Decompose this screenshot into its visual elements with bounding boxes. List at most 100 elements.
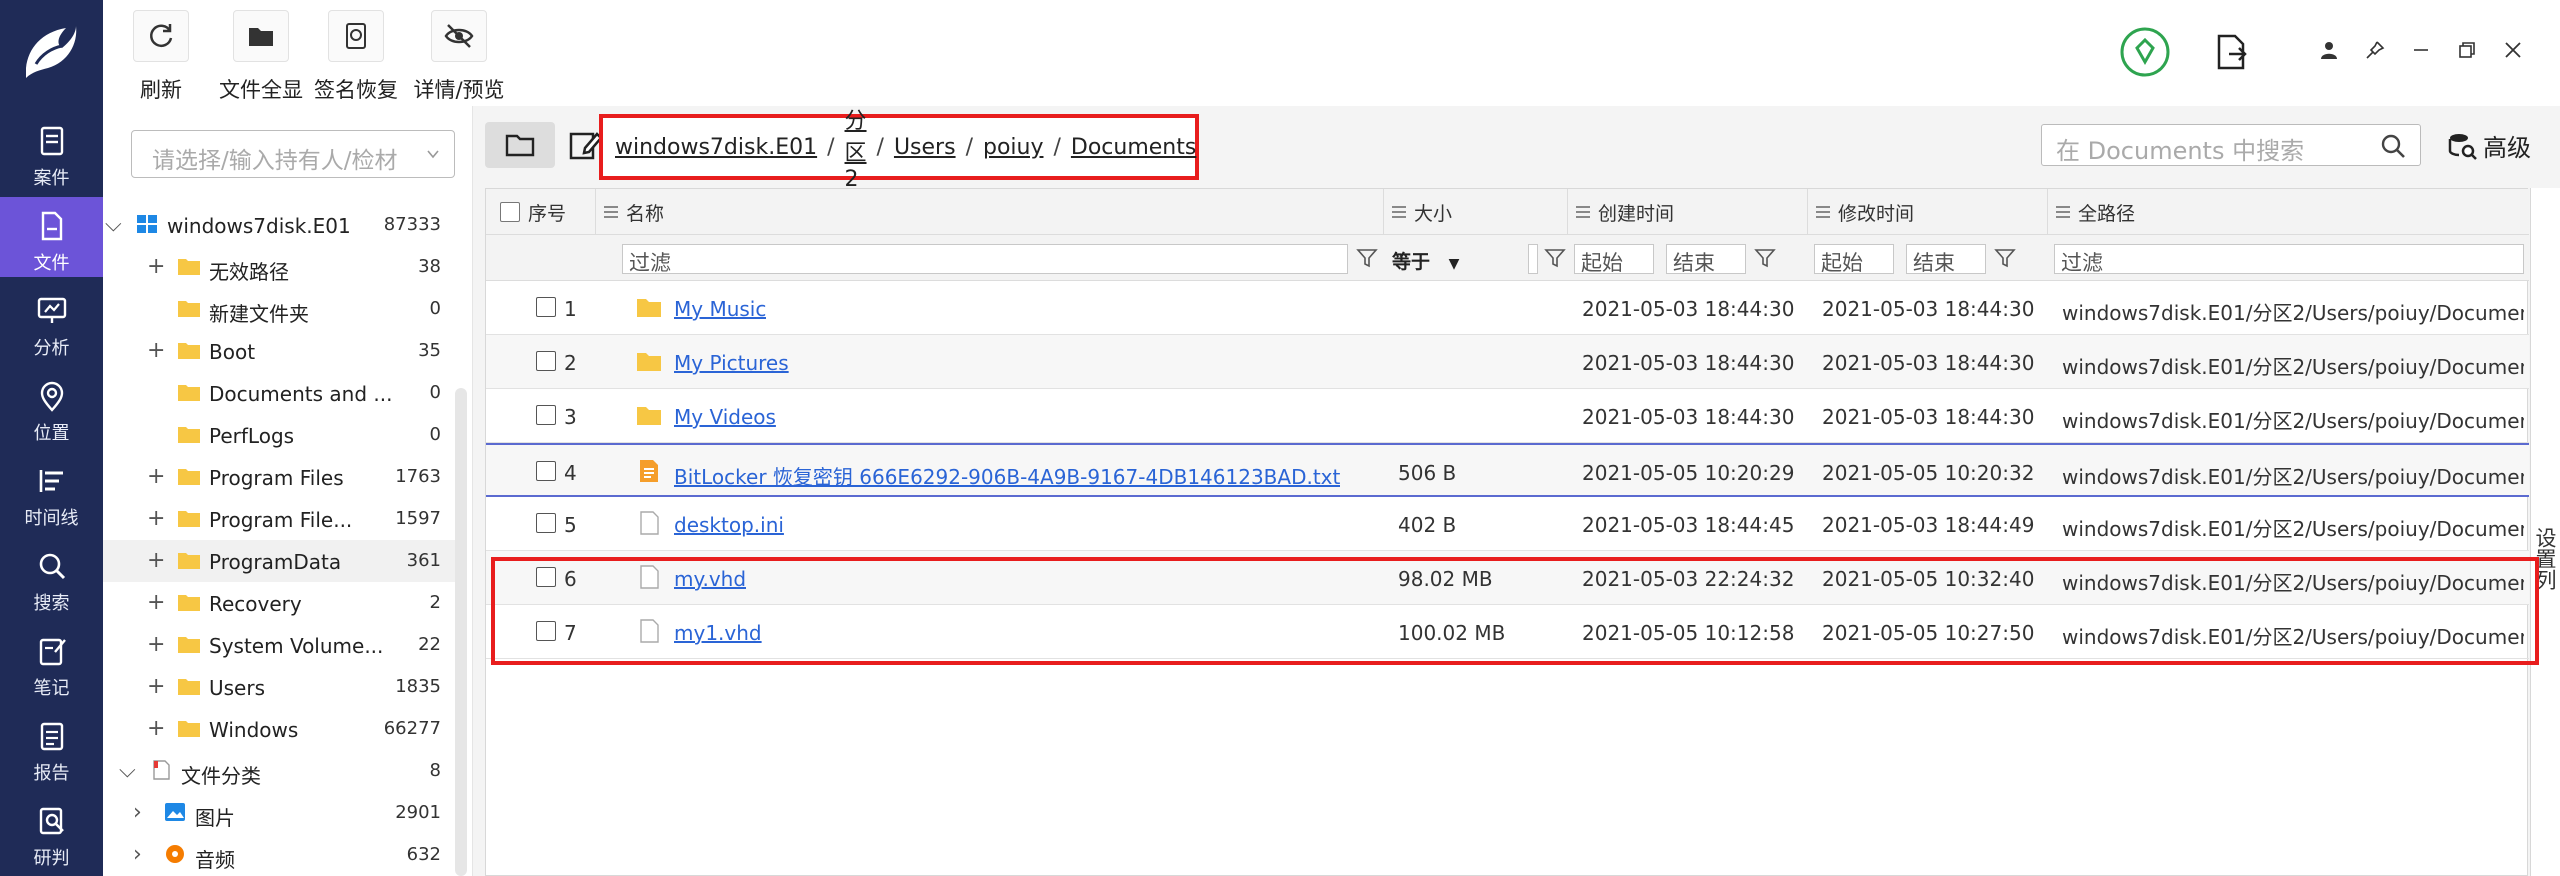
export-icon[interactable] <box>2211 32 2251 72</box>
header-size[interactable]: 大小 <box>1384 189 1568 235</box>
tree-item[interactable]: › 图片 2901 <box>103 792 455 834</box>
table-row[interactable]: 4 BitLocker 恢复密钥 666E6292-906B-4A9B-9167-… <box>486 443 2529 497</box>
row-modified: 2021-05-05 10:20:32 <box>1822 461 2035 485</box>
tree-item[interactable]: 新建文件夹 0 <box>103 288 455 330</box>
folder-icon <box>637 299 661 317</box>
nav-item-case[interactable]: 案件 <box>0 112 103 192</box>
row-created: 2021-05-03 18:44:45 <box>1582 513 1795 537</box>
size-operator-select[interactable]: 等于 ▼ <box>1392 247 1459 274</box>
shield-status-icon[interactable] <box>2119 26 2171 78</box>
minimize-icon[interactable] <box>2401 30 2441 70</box>
tree-item[interactable]: PerfLogs 0 <box>103 414 455 456</box>
header-name[interactable]: 名称 <box>596 189 1384 235</box>
header-fullpath[interactable]: 全路径 <box>2048 189 2529 235</box>
tree-expander-icon[interactable]: + <box>147 254 165 279</box>
filter-icon[interactable] <box>1994 247 2016 269</box>
tree-expander-icon[interactable]: ⌵ <box>105 212 123 237</box>
table-row[interactable]: 2 My Pictures 2021-05-03 18:44:30 2021-05-0… <box>486 335 2529 389</box>
table-row[interactable]: 1 My Music 2021-05-03 18:44:30 2021-05-03 1… <box>486 281 2529 335</box>
refresh-button[interactable]: 刷新 <box>125 10 197 104</box>
table-row[interactable]: 3 My Videos 2021-05-03 18:44:30 2021-05-03 … <box>486 389 2529 443</box>
tree-item[interactable]: › 音频 632 <box>103 834 455 876</box>
row-checkbox[interactable] <box>536 297 556 317</box>
show-all-files-button[interactable]: 文件全显 <box>211 10 311 104</box>
row-checkbox[interactable] <box>536 351 556 371</box>
tree-expander-icon[interactable]: + <box>147 590 165 615</box>
row-name-link[interactable]: BitLocker 恢复密钥 666E6292-906B-4A9B-9167-4… <box>674 461 1340 490</box>
nav-item-location[interactable]: 位置 <box>0 367 103 447</box>
tree-item-count: 1597 <box>395 508 441 529</box>
size-value-input[interactable] <box>1528 244 1538 274</box>
pin-icon[interactable] <box>2355 30 2395 70</box>
edit-path-icon[interactable] <box>567 128 603 164</box>
row-name-link[interactable]: My Pictures <box>674 351 789 375</box>
created-end-input[interactable]: 结束 <box>1666 244 1746 275</box>
tree-expander-icon[interactable]: + <box>147 632 165 657</box>
tree-expander-icon[interactable]: + <box>147 548 165 573</box>
search-input[interactable]: 在 Documents 中搜索 <box>2041 124 2421 166</box>
name-filter-input[interactable]: 过滤 <box>622 244 1348 275</box>
filter-icon[interactable] <box>1754 247 1776 269</box>
tree-item[interactable]: Documents and ... 0 <box>103 372 455 414</box>
row-checkbox[interactable] <box>536 461 556 481</box>
tree-expander-icon[interactable]: + <box>147 674 165 699</box>
table-row[interactable]: 5 desktop.ini 402 B 2021-05-03 18:44:45 2021… <box>486 497 2529 551</box>
nav-item-search[interactable]: 搜索 <box>0 537 103 617</box>
tree-item[interactable]: + ProgramData 361 <box>103 540 455 582</box>
tree-expander-icon[interactable]: ⌵ <box>119 758 137 783</box>
row-checkbox[interactable] <box>536 513 556 533</box>
nav-item-judge[interactable]: 研判 <box>0 792 103 872</box>
column-settings-tab[interactable]: 设置列 <box>2530 188 2560 876</box>
close-icon[interactable] <box>2493 30 2533 70</box>
advanced-search-button[interactable]: 高级 <box>2447 128 2531 163</box>
nav-item-timeline[interactable]: 时间线 <box>0 452 103 532</box>
tree-item[interactable]: ⌵ 文件分类 8 <box>103 750 455 792</box>
nav-item-file[interactable]: 文件 <box>0 197 103 277</box>
modified-start-input[interactable]: 起始 <box>1814 244 1894 275</box>
row-name-link[interactable]: My Videos <box>674 405 776 429</box>
tree-item[interactable]: + Boot 35 <box>103 330 455 372</box>
detail-preview-button[interactable]: 详情/预览 <box>403 10 515 104</box>
tree-item[interactable]: + Program Files 1763 <box>103 456 455 498</box>
nav-item-report[interactable]: 报告 <box>0 707 103 787</box>
row-name-link[interactable]: My Music <box>674 297 766 321</box>
modified-end-input[interactable]: 结束 <box>1906 244 1986 275</box>
tree-item[interactable]: + Windows 66277 <box>103 708 455 750</box>
row-name-link[interactable]: desktop.ini <box>674 513 784 537</box>
tree-item[interactable]: + Program File... 1597 <box>103 498 455 540</box>
tree-item[interactable]: + Recovery 2 <box>103 582 455 624</box>
row-fullpath: windows7disk.E01/分区2/Users/poiuy/Documen… <box>2062 355 2524 379</box>
tree-expander-icon[interactable]: › <box>133 800 151 825</box>
tree-expander-icon[interactable]: + <box>147 506 165 531</box>
created-start-input[interactable]: 起始 <box>1574 244 1654 275</box>
tree-item[interactable]: ⌵ windows7disk.E01 87333 <box>103 204 455 246</box>
nav-item-note[interactable]: 笔记 <box>0 622 103 702</box>
tree-expander-icon[interactable]: › <box>133 842 151 867</box>
tree-item[interactable]: + Users 1835 <box>103 666 455 708</box>
select-all-checkbox[interactable] <box>500 202 520 222</box>
header-modified[interactable]: 修改时间 <box>1808 189 2048 235</box>
tree-expander-icon[interactable]: + <box>147 716 165 741</box>
signature-recover-button[interactable]: 签名恢复 <box>309 10 403 104</box>
tree-item[interactable]: + System Volume... 22 <box>103 624 455 666</box>
breadcrumb-item[interactable]: Users <box>894 135 956 160</box>
tree-expander-icon[interactable]: + <box>147 464 165 489</box>
breadcrumb-item[interactable]: Documents <box>1071 135 1196 160</box>
filter-icon[interactable] <box>1544 247 1566 269</box>
user-icon[interactable] <box>2309 30 2349 70</box>
path-filter-input[interactable]: 过滤 <box>2054 244 2524 275</box>
nav-item-analysis[interactable]: 分析 <box>0 282 103 362</box>
header-created[interactable]: 创建时间 <box>1568 189 1808 235</box>
tree-expander-icon[interactable]: + <box>147 338 165 363</box>
header-index[interactable]: 序号 <box>486 189 596 235</box>
folder-view-button[interactable] <box>485 122 555 168</box>
breadcrumb-item[interactable]: windows7disk.E01 <box>615 135 817 160</box>
tree-scrollbar[interactable] <box>455 388 467 876</box>
owner-select[interactable]: 请选择/输入持有人/检材 <box>131 130 455 178</box>
filter-icon[interactable] <box>1356 247 1378 269</box>
restore-icon[interactable] <box>2447 30 2487 70</box>
breadcrumb-item[interactable]: poiuy <box>983 135 1044 160</box>
breadcrumb-item[interactable]: 分区2 <box>845 103 867 192</box>
row-checkbox[interactable] <box>536 405 556 425</box>
tree-item[interactable]: + 无效路径 38 <box>103 246 455 288</box>
